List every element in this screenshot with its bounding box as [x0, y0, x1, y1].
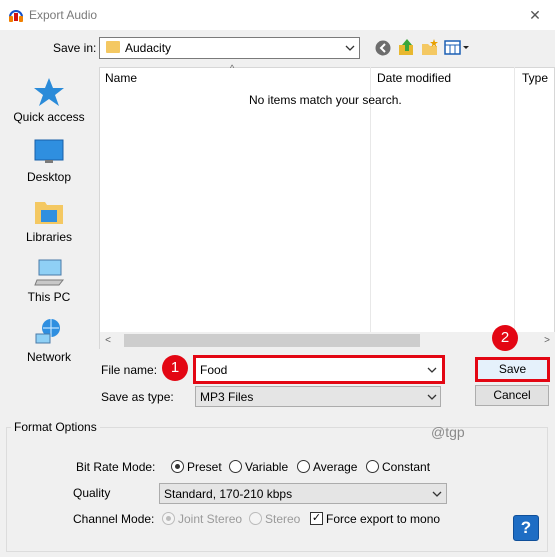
chevron-down-icon[interactable]	[432, 489, 442, 499]
radio-preset[interactable]	[171, 460, 184, 473]
headphones-icon	[9, 10, 23, 22]
cancel-button[interactable]: Cancel	[475, 385, 549, 406]
place-desktop[interactable]: Desktop	[4, 132, 94, 192]
step-badge-2: 2	[492, 325, 518, 351]
up-folder-icon[interactable]	[397, 37, 417, 57]
save-in-label: Save in:	[53, 41, 97, 55]
scrollbar-thumb[interactable]	[124, 334, 420, 347]
new-folder-icon[interactable]	[420, 38, 440, 58]
save-as-type-label: Save as type:	[101, 390, 174, 404]
radio-joint-stereo-label[interactable]: Joint Stereo	[178, 512, 242, 526]
save-button[interactable]: Save	[475, 357, 550, 382]
view-menu-icon[interactable]	[444, 40, 470, 56]
file-name-label: File name:	[101, 363, 158, 377]
network-icon	[35, 319, 60, 344]
place-libraries[interactable]: Libraries	[4, 192, 94, 252]
radio-preset-label[interactable]: Preset	[187, 460, 222, 474]
radio-joint-stereo[interactable]	[162, 512, 175, 525]
desktop-icon	[34, 139, 64, 163]
chevron-down-icon[interactable]	[427, 392, 437, 402]
force-mono-label[interactable]: Force export to mono	[326, 512, 440, 526]
column-divider	[514, 67, 515, 332]
column-header-date-modified[interactable]: Date modified	[377, 71, 451, 85]
file-name-value[interactable]: Food	[200, 363, 227, 377]
radio-variable[interactable]	[229, 460, 242, 473]
column-header-type[interactable]: Type	[522, 71, 548, 85]
force-mono-checkbox[interactable]: ✓	[310, 512, 323, 525]
scroll-left-icon[interactable]: <	[102, 333, 114, 348]
libraries-icon	[35, 202, 63, 224]
quality-label: Quality	[73, 486, 111, 500]
save-as-type-value: MP3 Files	[200, 390, 254, 404]
radio-average-label[interactable]: Average	[313, 460, 357, 474]
place-network[interactable]: Network	[4, 312, 94, 372]
back-icon[interactable]	[374, 39, 394, 59]
radio-average[interactable]	[297, 460, 310, 473]
place-quick-access[interactable]: Quick access	[4, 72, 94, 132]
empty-message: No items match your search.	[249, 93, 402, 107]
column-header-name[interactable]: Name	[105, 71, 137, 85]
place-label: Libraries	[25, 230, 73, 244]
bit-rate-label: Bit Rate Mode:	[76, 460, 156, 474]
radio-constant[interactable]	[366, 460, 379, 473]
place-label: This PC	[27, 290, 71, 304]
place-this-pc[interactable]: This PC	[4, 252, 94, 312]
step-badge-1: 1	[162, 355, 188, 381]
sort-caret-icon: ^	[230, 63, 235, 73]
chevron-down-icon[interactable]	[345, 43, 355, 53]
radio-stereo-label[interactable]: Stereo	[265, 512, 300, 526]
folder-icon	[106, 41, 120, 53]
place-label: Desktop	[26, 170, 72, 184]
radio-stereo[interactable]	[249, 512, 262, 525]
help-button[interactable]: ?	[513, 515, 539, 541]
watermark: @tgp	[431, 424, 465, 440]
place-label: Network	[26, 350, 71, 364]
star-icon	[34, 78, 64, 106]
format-options-title: Format Options	[11, 420, 100, 434]
file-list[interactable]	[99, 67, 555, 349]
window-title: Export Audio	[29, 8, 98, 22]
save-in-value: Audacity	[125, 41, 172, 55]
radio-variable-label[interactable]: Variable	[245, 460, 288, 474]
file-name-input[interactable]	[193, 355, 445, 384]
place-label: Quick access	[13, 110, 85, 124]
computer-icon	[34, 259, 65, 286]
chevron-down-icon[interactable]	[427, 365, 437, 375]
radio-constant-label[interactable]: Constant	[382, 460, 430, 474]
quality-value: Standard, 170-210 kbps	[164, 487, 293, 501]
close-button[interactable]: ✕	[520, 4, 550, 26]
scroll-right-icon[interactable]: >	[541, 333, 553, 348]
channel-mode-label: Channel Mode:	[73, 512, 155, 526]
